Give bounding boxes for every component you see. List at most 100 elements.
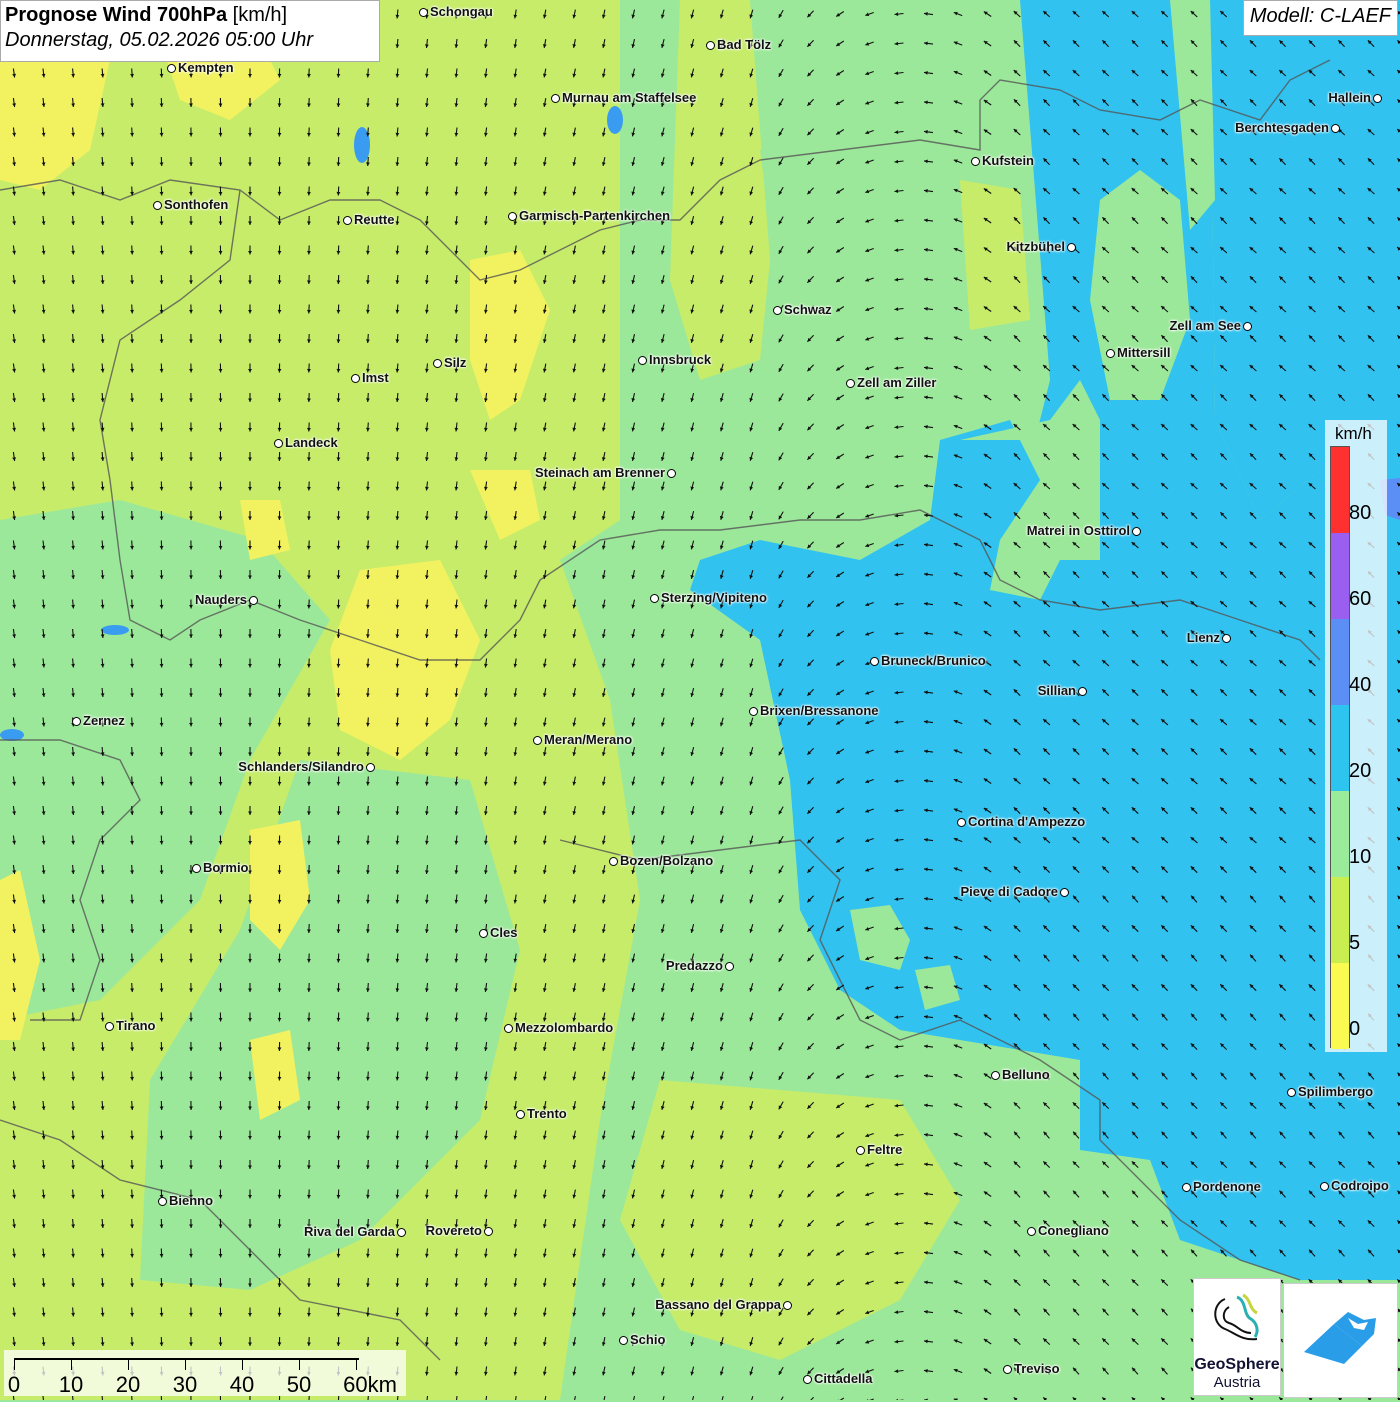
city-marker: Feltre (856, 1142, 902, 1157)
city-name: Feltre (867, 1142, 902, 1157)
city-marker: Schlanders/Silandro (238, 759, 375, 774)
city-marker: Matrei in Osttirol (1027, 523, 1141, 538)
city-dot-icon (1182, 1183, 1191, 1192)
city-dot-icon (1067, 243, 1076, 252)
city-name: Cortina d'Ampezzo (968, 814, 1085, 829)
city-marker: Pordenone (1182, 1179, 1261, 1194)
city-marker: Mittersill (1106, 345, 1170, 360)
city-name: Landeck (285, 435, 338, 450)
city-marker: Bormio (192, 860, 249, 875)
city-marker: Spilimbergo (1287, 1084, 1373, 1099)
city-name: Innsbruck (649, 352, 711, 367)
city-name: Schio (630, 1332, 665, 1347)
city-marker: Predazzo (666, 958, 734, 973)
city-name: Trento (527, 1106, 567, 1121)
city-marker: Mezzolombardo (504, 1020, 613, 1035)
city-dot-icon (433, 359, 442, 368)
scale-label: 60km (343, 1372, 397, 1398)
city-dot-icon (725, 962, 734, 971)
city-name: Lienz (1187, 630, 1220, 645)
city-name: Bienno (169, 1193, 213, 1208)
city-dot-icon (846, 379, 855, 388)
city-marker: Silz (433, 355, 466, 370)
legend-bar (1330, 446, 1350, 1048)
city-marker: Zernez (72, 713, 125, 728)
city-dot-icon (479, 929, 488, 938)
color-legend: km/h 806040201050 (1325, 420, 1387, 1052)
city-marker: Treviso (1003, 1361, 1060, 1376)
scale-tick (242, 1358, 243, 1370)
geosphere-country: Austria (1194, 1374, 1280, 1391)
city-name: Mezzolombardo (515, 1020, 613, 1035)
model-label: Modell: C-LAEF (1243, 0, 1398, 36)
city-dot-icon (1003, 1365, 1012, 1374)
city-name: Belluno (1002, 1067, 1050, 1082)
map-title: Prognose Wind 700hPa (5, 4, 227, 26)
city-dot-icon (1132, 527, 1141, 536)
city-name: Bormio (203, 860, 249, 875)
city-name: Pordenone (1193, 1179, 1261, 1194)
city-name: Rovereto (426, 1223, 482, 1238)
legend-label: 20 (1349, 760, 1371, 783)
scale-line (14, 1358, 359, 1360)
city-dot-icon (153, 201, 162, 210)
city-name: Mittersill (1117, 345, 1170, 360)
legend-unit: km/h (1335, 424, 1372, 444)
city-marker: Schio (619, 1332, 665, 1347)
city-name: Imst (362, 370, 389, 385)
geosphere-emblem-icon (1207, 1289, 1267, 1349)
city-dot-icon (484, 1227, 493, 1236)
legend-label: 10 (1349, 846, 1371, 869)
city-dot-icon (533, 736, 542, 745)
legend-swatch (1331, 533, 1349, 619)
city-marker: Lienz (1187, 630, 1231, 645)
city-marker: Tirano (105, 1018, 156, 1033)
city-name: Bruneck/Brunico (881, 653, 986, 668)
city-dot-icon (551, 94, 560, 103)
city-dot-icon (870, 657, 879, 666)
city-name: Sterzing/Vipiteno (661, 590, 767, 605)
city-name: Reutte (354, 212, 394, 227)
city-dot-icon (1320, 1182, 1329, 1191)
scale-tick (14, 1358, 15, 1370)
city-marker: Bienno (158, 1193, 213, 1208)
city-dot-icon (667, 469, 676, 478)
city-marker: Zell am See (1169, 318, 1252, 333)
city-dot-icon (609, 857, 618, 866)
city-marker: Garmisch-Partenkirchen (508, 208, 670, 223)
city-marker: Brixen/Bressanone (749, 703, 879, 718)
city-dot-icon (957, 818, 966, 827)
scale-label: 0 (8, 1372, 20, 1398)
mountain-logo-icon (1284, 1284, 1397, 1397)
city-name: Schongau (430, 4, 493, 19)
city-name: Berchtesgaden (1235, 120, 1329, 135)
city-marker: Innsbruck (638, 352, 711, 367)
city-name: Bad Tölz (717, 37, 771, 52)
city-dot-icon (516, 1110, 525, 1119)
city-marker: Bassano del Grappa (655, 1297, 792, 1312)
city-name: Riva del Garda (304, 1224, 395, 1239)
city-marker: Riva del Garda (304, 1224, 406, 1239)
city-marker: Codroipo (1320, 1178, 1389, 1193)
city-name: Codroipo (1331, 1178, 1389, 1193)
city-dot-icon (1287, 1088, 1296, 1097)
city-name: Bassano del Grappa (655, 1297, 781, 1312)
city-marker: Kempten (167, 60, 234, 75)
city-dot-icon (366, 763, 375, 772)
legend-label: 80 (1349, 502, 1371, 525)
city-dot-icon (1078, 687, 1087, 696)
city-dot-icon (192, 864, 201, 873)
city-marker: Sonthofen (153, 197, 228, 212)
city-name: Treviso (1014, 1361, 1060, 1376)
scale-tick (128, 1358, 129, 1370)
scale-tick (71, 1358, 72, 1370)
city-marker: Conegliano (1027, 1223, 1109, 1238)
city-marker: Kitzbühel (1007, 239, 1077, 254)
geosphere-logo: GeoSphere Austria (1193, 1278, 1281, 1396)
partner-logo (1283, 1283, 1398, 1398)
city-dot-icon (991, 1071, 1000, 1080)
scale-tick (356, 1358, 357, 1370)
city-name: Zell am Ziller (857, 375, 936, 390)
city-marker: Steinach am Brenner (535, 465, 676, 480)
city-dot-icon (971, 157, 980, 166)
